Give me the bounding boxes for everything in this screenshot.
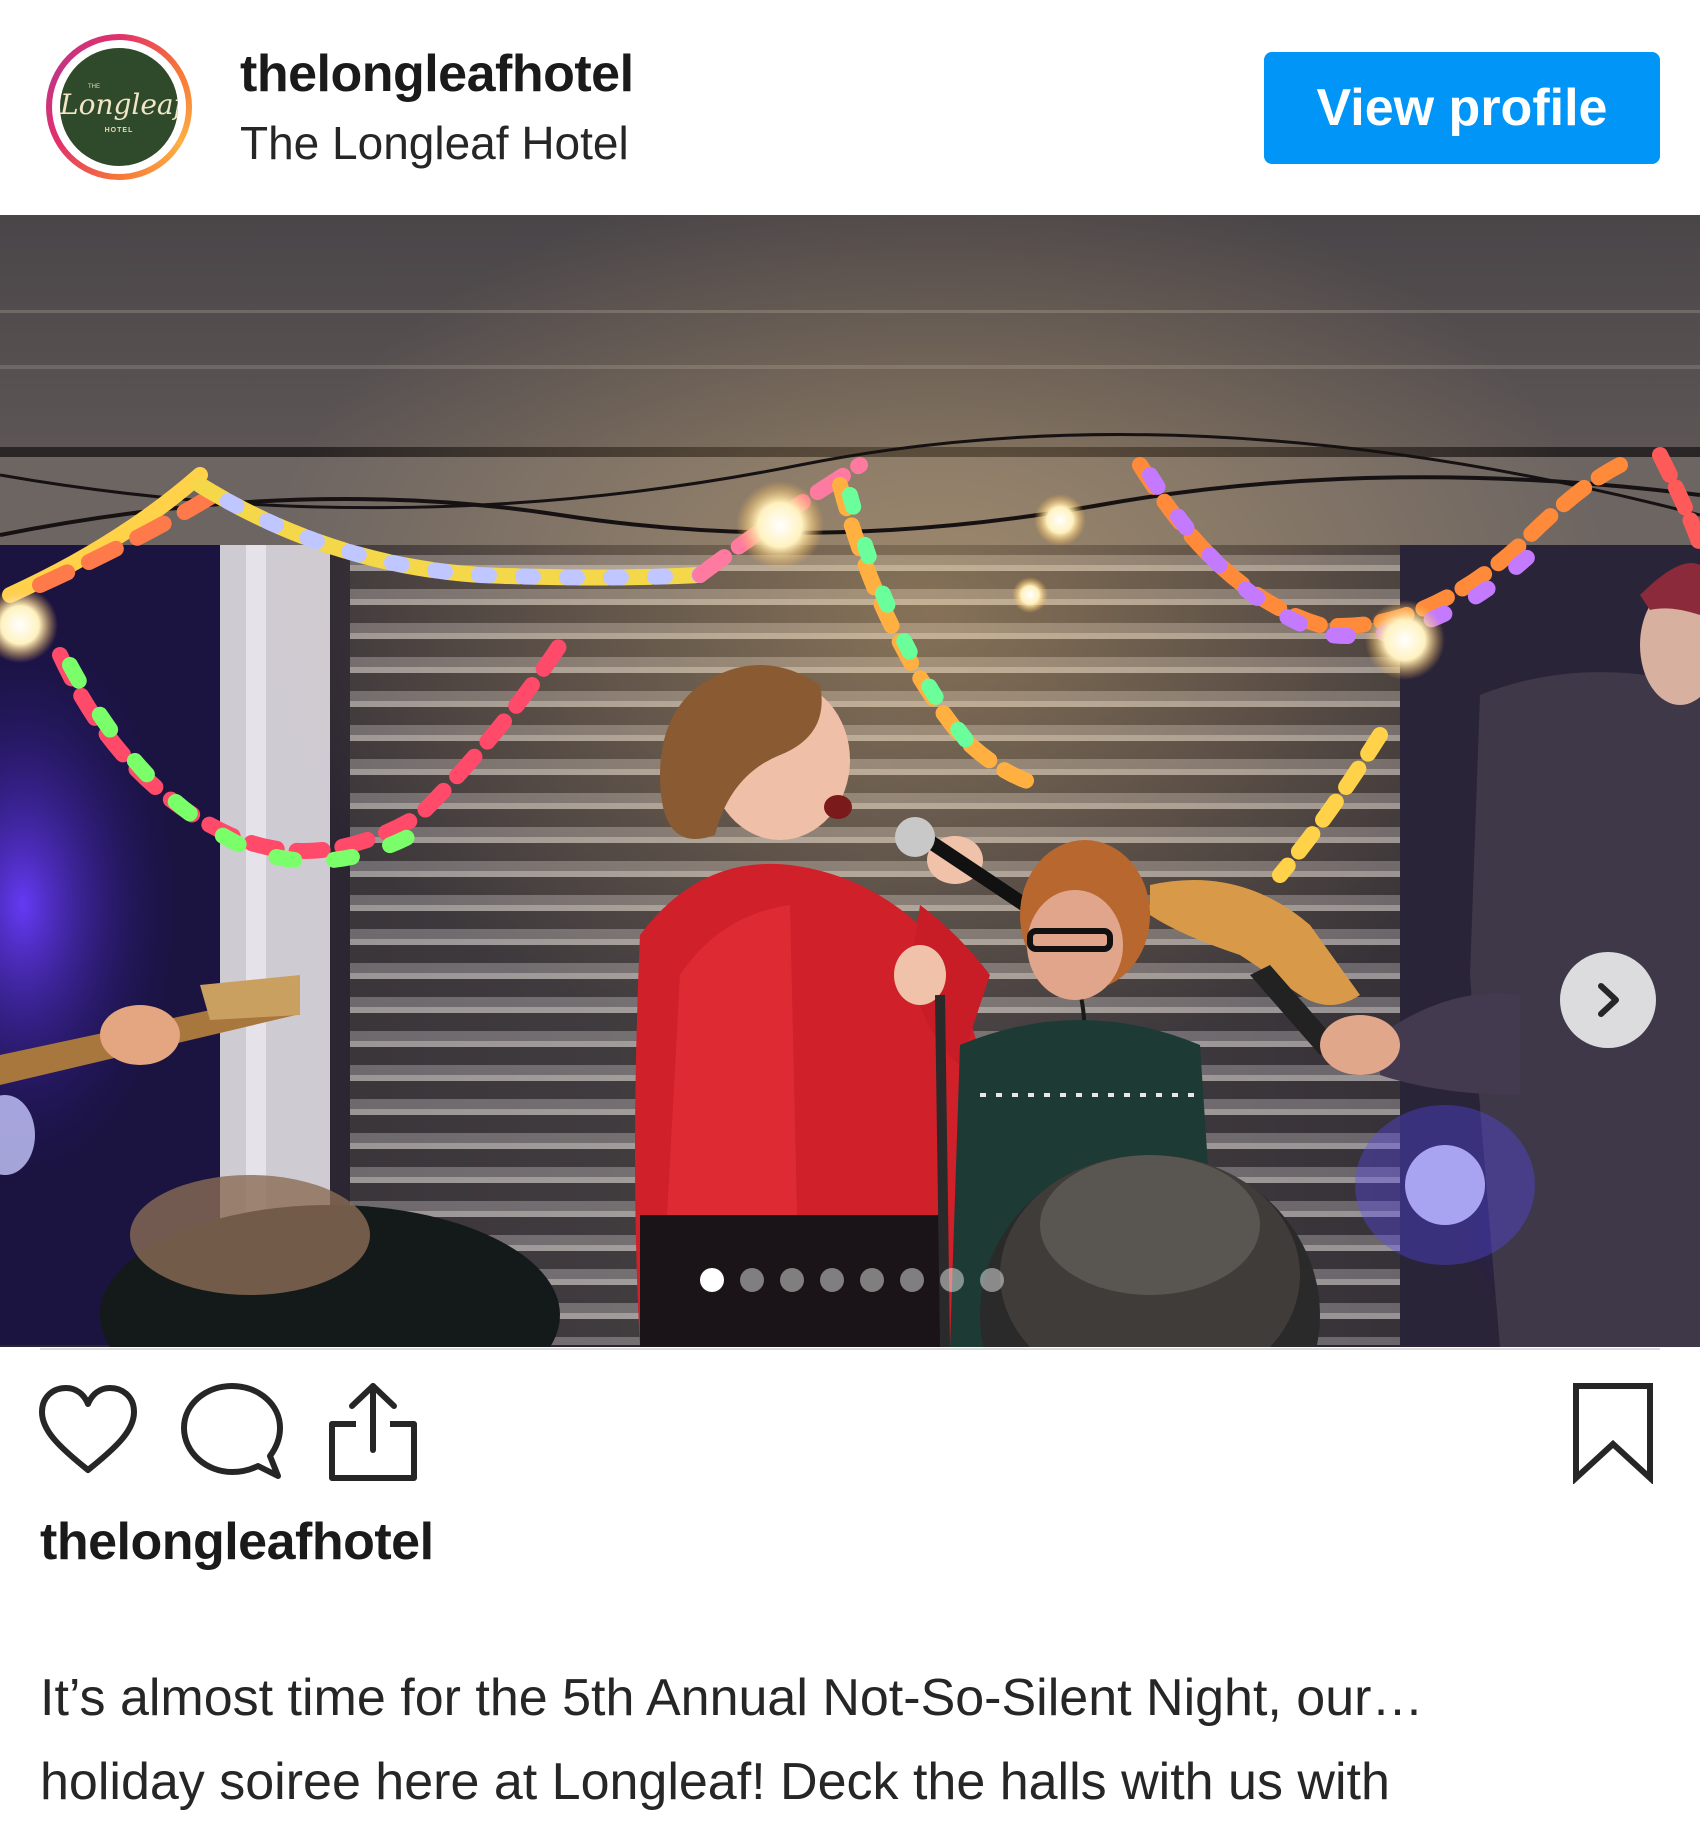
caption-username[interactable]: thelongleafhotel [40, 1512, 434, 1572]
carousel-dot [820, 1268, 844, 1292]
comment-bubble-icon [181, 1383, 283, 1479]
like-button[interactable] [38, 1382, 138, 1482]
carousel-dot [860, 1268, 884, 1292]
bookmark-icon [1573, 1383, 1653, 1485]
comment-button[interactable] [180, 1382, 284, 1482]
avatar-story-ring[interactable]: THE Longleaf HOTEL [46, 34, 192, 180]
header-username[interactable]: thelongleafhotel [240, 44, 634, 104]
carousel-dot [900, 1268, 924, 1292]
divider [40, 1348, 1660, 1350]
avatar-logo-script: Longleaf [60, 88, 178, 121]
caption-line: holiday soiree here at Longleaf! Deck th… [40, 1753, 1390, 1811]
carousel-dot [980, 1268, 1004, 1292]
post-photo[interactable] [0, 215, 1700, 1347]
avatar[interactable]: THE Longleaf HOTEL [60, 48, 178, 166]
avatar-logo-hotel-text: HOTEL [104, 127, 134, 134]
carousel-next-button[interactable] [1560, 952, 1656, 1048]
save-button[interactable] [1568, 1380, 1658, 1485]
carousel-indicator [700, 1268, 1004, 1292]
share-upload-icon [329, 1383, 417, 1481]
header-display-name: The Longleaf Hotel [240, 117, 629, 169]
post-header: THE Longleaf HOTEL thelongleafhotel The … [0, 0, 1700, 215]
carousel-dot-active [700, 1268, 724, 1292]
heart-icon [39, 1385, 137, 1473]
carousel-dot [940, 1268, 964, 1292]
carousel-dot [780, 1268, 804, 1292]
view-profile-button[interactable]: View profile [1264, 52, 1660, 164]
share-button[interactable] [326, 1380, 420, 1484]
caption-text: It’s almost time for the 5th Annual Not-… [40, 1656, 1600, 1824]
chevron-right-icon [1598, 983, 1619, 1017]
carousel-dot [740, 1268, 764, 1292]
concert-photo [0, 215, 1700, 1347]
caption-line: It’s almost time for the 5th Annual Not-… [40, 1669, 1424, 1727]
